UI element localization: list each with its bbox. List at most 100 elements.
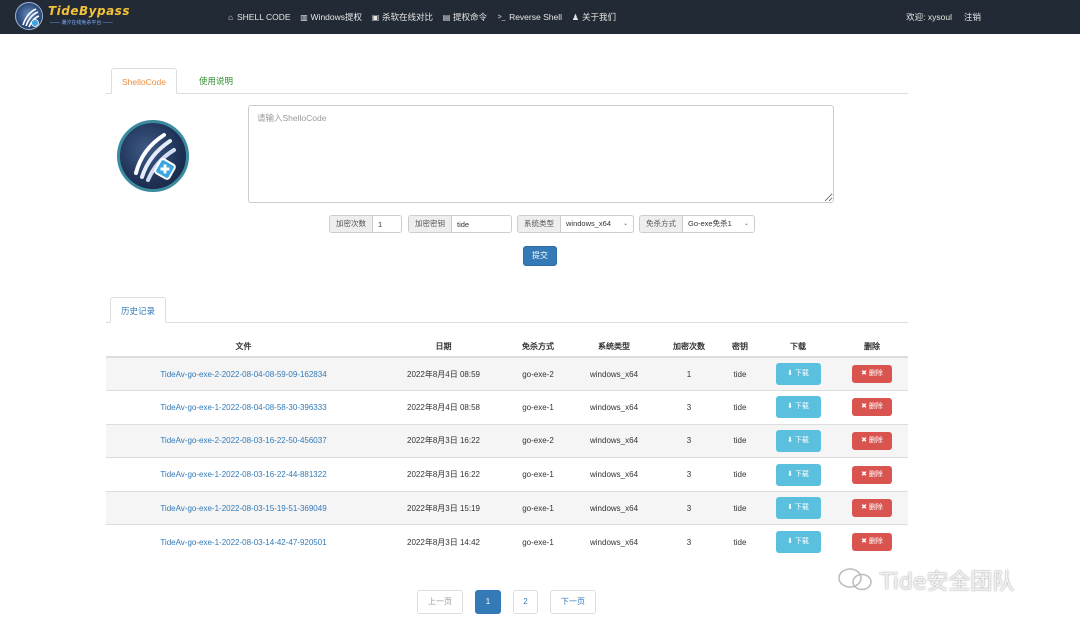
file-link[interactable]: TideAv-go-exe-1-2022-08-03-14-42-47-9205… (160, 538, 326, 547)
bypass-mode-label: 免杀方式 (640, 216, 683, 232)
os-type-group: 系统类型 windows_x64 ⌄ (517, 215, 634, 233)
nav-item-reverse-shell[interactable]: >_ Reverse Shell (496, 12, 562, 22)
key-cell: tide (720, 423, 760, 458)
download-button[interactable]: ⬇ 下载 (775, 531, 821, 554)
nav-item-shellcode[interactable]: ⌂ SHELL CODE (226, 12, 291, 22)
date-cell: 2022年8月4日 08:58 (381, 390, 506, 425)
nav-item-label: 杀软在线对比 (382, 12, 434, 22)
watermark-text: Tide安全团队 (880, 570, 1015, 595)
download-button[interactable]: ⬇ 下载 (775, 463, 821, 486)
mode-cell: go-exe-2 (506, 423, 570, 458)
table-row: TideAv-go-exe-2-2022-08-04-08-59-09-1628… (106, 356, 908, 391)
main-tabs: ShelloCode 使用说明 (106, 68, 908, 94)
header-key: 密钥 (720, 336, 760, 358)
file-link[interactable]: TideAv-go-exe-1-2022-08-03-16-22-44-8813… (160, 470, 326, 479)
encrypt-times-group: 加密次数 (329, 215, 402, 233)
os-cell: windows_x64 (570, 423, 658, 458)
key-cell: tide (720, 524, 760, 559)
file-link[interactable]: TideAv-go-exe-1-2022-08-04-08-58-30-3963… (160, 403, 326, 412)
logout-link[interactable]: 注销 (964, 11, 981, 23)
delete-button[interactable]: ✖ 删除 (852, 499, 892, 518)
header-download: 下载 (760, 336, 836, 358)
os-cell: windows_x64 (570, 524, 658, 559)
shellcode-input[interactable] (248, 105, 834, 203)
tab-history[interactable]: 历史记录 (110, 297, 167, 323)
nav-item-av-compare[interactable]: ▣ 杀软在线对比 (371, 11, 433, 23)
brand-title[interactable]: TideBypass (48, 4, 130, 18)
os-cell: windows_x64 (570, 490, 658, 525)
date-cell: 2022年8月3日 15:19 (381, 490, 506, 525)
file-link[interactable]: TideAv-go-exe-2-2022-08-03-16-22-50-4560… (160, 436, 326, 445)
header-os: 系统类型 (570, 336, 658, 358)
header-date: 日期 (381, 336, 506, 358)
nav-item-label: 关于我们 (581, 12, 616, 22)
table-row: TideAv-go-exe-1-2022-08-03-15-19-51-3690… (106, 490, 908, 525)
terminal-icon: >_ (497, 13, 506, 21)
os-type-select[interactable]: windows_x64 ⌄ (561, 216, 633, 232)
key-cell: tide (720, 390, 760, 425)
mode-cell: go-exe-1 (506, 524, 570, 559)
nav-item-windows-privesc[interactable]: ▥ Windows提权 (300, 11, 362, 23)
bypass-mode-group: 免杀方式 Go-exe免杀1 ⌄ (639, 215, 755, 233)
file-link[interactable]: TideAv-go-exe-2-2022-08-04-08-59-09-1628… (160, 370, 326, 379)
encrypt-key-label: 加密密钥 (409, 216, 452, 232)
mode-cell: go-exe-1 (506, 457, 570, 492)
pagination-page-1[interactable]: 1 (475, 590, 501, 614)
delete-button[interactable]: ✖ 删除 (852, 398, 892, 417)
tab-usage[interactable]: 使用说明 (189, 68, 243, 94)
chevron-down-icon: ⌄ (622, 221, 628, 227)
key-cell: tide (720, 457, 760, 492)
delete-button[interactable]: ✖ 删除 (852, 533, 892, 552)
pagination-prev[interactable]: 上一页 (417, 590, 463, 614)
mode-cell: go-exe-1 (506, 390, 570, 425)
delete-button[interactable]: ✖ 删除 (852, 431, 892, 450)
table-row: TideAv-go-exe-1-2022-08-03-14-42-47-9205… (106, 524, 908, 559)
trash-icon: ▥ (300, 12, 308, 22)
nav-item-about[interactable]: ♟ 关于我们 (571, 11, 616, 23)
table-row: TideAv-go-exe-1-2022-08-03-16-22-44-8813… (106, 457, 908, 492)
top-navbar: TideBypass —— 潮汐在线免杀平台 —— ⌂ SHELL CODE ▥… (0, 0, 1080, 34)
delete-button[interactable]: ✖ 删除 (852, 465, 892, 484)
file-link[interactable]: TideAv-go-exe-1-2022-08-03-15-19-51-3690… (160, 504, 326, 513)
brand-subtitle: —— 潮汐在线免杀平台 —— (50, 20, 113, 26)
delete-button[interactable]: ✖ 删除 (852, 365, 892, 384)
times-cell: 3 (658, 423, 720, 458)
encrypt-times-input[interactable] (373, 216, 401, 232)
claw-icon (134, 133, 176, 182)
save-icon: ▤ (442, 12, 451, 22)
times-cell: 3 (658, 390, 720, 425)
times-cell: 1 (658, 356, 720, 391)
logo-icon[interactable] (15, 2, 43, 30)
submit-button[interactable]: 提交 (523, 246, 557, 266)
download-button[interactable]: ⬇ 下载 (775, 363, 821, 386)
history-table: 文件 日期 免杀方式 系统类型 加密次数 密钥 下载 删除 TideAv-go-… (106, 336, 908, 559)
download-button[interactable]: ⬇ 下载 (775, 396, 821, 419)
compare-icon: ▣ (371, 12, 380, 22)
wechat-icon (838, 568, 872, 591)
table-row: TideAv-go-exe-1-2022-08-04-08-58-30-3963… (106, 390, 908, 425)
bypass-mode-select[interactable]: Go-exe免杀1 ⌄ (683, 216, 754, 232)
pagination-next[interactable]: 下一页 (550, 590, 596, 614)
tab-shellcode[interactable]: ShelloCode (111, 68, 177, 94)
os-type-value: windows_x64 (566, 219, 612, 228)
os-cell: windows_x64 (570, 390, 658, 425)
download-button[interactable]: ⬇ 下载 (775, 429, 821, 452)
pagination-page-2[interactable]: 2 (513, 590, 538, 614)
header-times: 加密次数 (658, 336, 720, 358)
times-cell: 3 (658, 457, 720, 492)
times-cell: 3 (658, 490, 720, 525)
nav-item-label: SHELL CODE (237, 12, 291, 22)
date-cell: 2022年8月3日 16:22 (381, 457, 506, 492)
download-button[interactable]: ⬇ 下载 (775, 497, 821, 520)
date-cell: 2022年8月4日 08:59 (381, 356, 506, 391)
nav-item-privesc-commands[interactable]: ▤ 提权命令 (442, 11, 487, 23)
chevron-down-icon: ⌄ (743, 221, 749, 227)
times-cell: 3 (658, 524, 720, 559)
nav-item-label: 提权命令 (453, 12, 488, 22)
date-cell: 2022年8月3日 14:42 (381, 524, 506, 559)
nav-item-label: Reverse Shell (509, 12, 562, 22)
encrypt-key-group: 加密密钥 (408, 215, 512, 233)
encrypt-key-input[interactable] (452, 216, 511, 232)
header-file: 文件 (106, 336, 381, 358)
table-row: TideAv-go-exe-2-2022-08-03-16-22-50-4560… (106, 423, 908, 458)
